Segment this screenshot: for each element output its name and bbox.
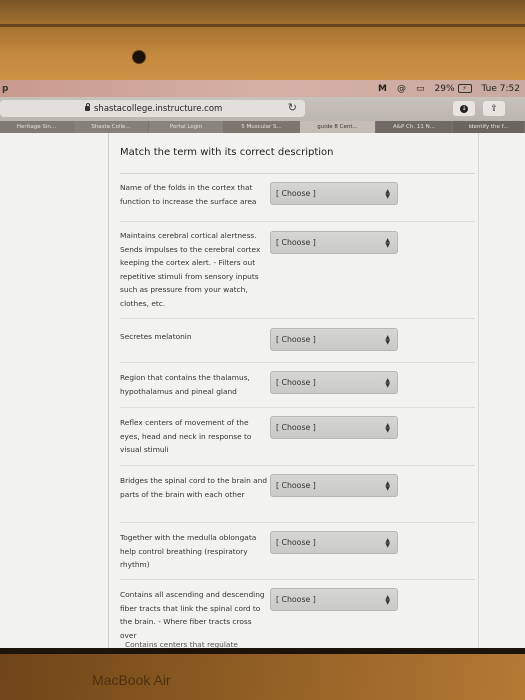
gmail-icon[interactable]: M — [378, 84, 387, 94]
answer-select[interactable]: [ Choose ] ▲ ▼ — [270, 531, 398, 554]
tab-shasta-college[interactable]: Shasta Colle... — [74, 121, 150, 133]
answer-select[interactable]: [ Choose ] ▲ ▼ — [270, 328, 398, 351]
select-value: [ Choose ] — [276, 378, 316, 387]
answer-select[interactable]: [ Choose ] ▲ ▼ — [270, 231, 398, 254]
answer-select[interactable]: [ Choose ] ▲ ▼ — [270, 588, 398, 611]
match-row: Contains all ascending and descending fi… — [120, 580, 475, 648]
select-value: [ Choose ] — [276, 538, 316, 547]
select-arrows-icon: ▲ ▼ — [385, 537, 390, 549]
bezel-rim — [0, 648, 525, 654]
term-text: Reflex centers of movement of the eyes, … — [120, 418, 252, 454]
right-border — [478, 133, 479, 648]
select-arrows-icon: ▲ ▼ — [385, 377, 390, 389]
term-text: Secretes melatonin — [120, 332, 192, 341]
select-value: [ Choose ] — [276, 595, 316, 604]
term-text: Name of the folds in the cortex that fun… — [120, 183, 257, 206]
answer-select[interactable]: [ Choose ] ▲ ▼ — [270, 416, 398, 439]
select-value: [ Choose ] — [276, 423, 316, 432]
match-row: Reflex centers of movement of the eyes, … — [120, 408, 475, 466]
address-bar[interactable]: shastacollege.instructure.com ↻ — [0, 100, 305, 117]
select-arrows-icon: ▲ ▼ — [385, 334, 390, 346]
share-icon: ⇪ — [490, 103, 498, 114]
select-arrows-icon: ▲ ▼ — [385, 237, 390, 249]
select-arrows-icon: ▲ ▼ — [385, 188, 390, 200]
browser-toolbar: shastacollege.instructure.com ↻ ↓ ⇪ — [0, 97, 525, 121]
battery-status[interactable]: 29% ⚡ — [435, 84, 472, 94]
term-text: Contains all ascending and descending fi… — [120, 590, 265, 640]
tab-portal-login[interactable]: Portal Login — [149, 121, 225, 133]
left-border — [108, 133, 109, 648]
bezel-edge — [0, 24, 525, 27]
address-text: shastacollege.instructure.com — [94, 103, 223, 114]
select-value: [ Choose ] — [276, 335, 316, 344]
term-text: Bridges the spinal cord to the brain and… — [120, 476, 268, 499]
select-value: [ Choose ] — [276, 189, 316, 198]
share-button[interactable]: ⇪ — [483, 101, 505, 116]
downloads-button[interactable]: ↓ — [453, 101, 475, 116]
download-icon: ↓ — [460, 104, 468, 113]
term-text: Together with the medulla oblongata help… — [120, 533, 257, 569]
answer-select[interactable]: [ Choose ] ▲ ▼ — [270, 182, 398, 205]
question-title: Match the term with its correct descript… — [120, 147, 475, 174]
lock-icon — [85, 103, 90, 111]
match-row: Maintains cerebral cortical alertness. S… — [120, 222, 475, 319]
answer-select[interactable]: [ Choose ] ▲ ▼ — [270, 371, 398, 394]
match-row: Secretes melatonin [ Choose ] ▲ ▼ — [120, 319, 475, 363]
tab-guide-8[interactable]: guide 8 Cent... — [300, 121, 376, 133]
tab-identify[interactable]: identify the f... — [452, 121, 525, 133]
quiz-page: Match the term with its correct descript… — [0, 133, 525, 648]
device-brand-label: MacBook Air — [92, 672, 171, 688]
reload-icon[interactable]: ↻ — [288, 101, 297, 114]
laptop-bezel-bottom: Contains centers that regulate MacBook A… — [0, 640, 525, 700]
match-row: Name of the folds in the cortex that fun… — [120, 174, 475, 222]
app-menu-fragment[interactable]: p — [0, 84, 14, 94]
laptop-bezel-top — [0, 0, 525, 80]
select-arrows-icon: ▲ ▼ — [385, 480, 390, 492]
battery-charging-icon: ⚡ — [457, 84, 472, 93]
term-text: Maintains cerebral cortical alertness. S… — [120, 231, 261, 308]
screen: p M @ ▭ 29% ⚡ Tue 7:52 shastacollege.ins… — [0, 80, 525, 648]
match-row: Bridges the spinal cord to the brain and… — [120, 466, 475, 523]
select-arrows-icon: ▲ ▼ — [385, 594, 390, 606]
airplay-icon[interactable]: ▭ — [416, 84, 425, 94]
battery-percent: 29% — [434, 83, 455, 94]
tab-heritage[interactable]: Heritage Sin... — [0, 121, 75, 133]
select-arrows-icon: ▲ ▼ — [385, 422, 390, 434]
clock[interactable]: Tue 7:52 — [482, 84, 520, 94]
tab-ap-ch11[interactable]: A&P Ch. 11 N... — [375, 121, 453, 133]
menu-bar: p M @ ▭ 29% ⚡ Tue 7:52 — [0, 80, 525, 97]
match-row: Region that contains the thalamus, hypot… — [120, 363, 475, 408]
answer-select[interactable]: [ Choose ] ▲ ▼ — [270, 474, 398, 497]
swirl-app-icon[interactable]: @ — [397, 84, 406, 94]
select-value: [ Choose ] — [276, 481, 316, 490]
tab-muscular[interactable]: 5 Muscular S... — [224, 121, 300, 133]
tab-bar: Heritage Sin... Shasta Colle... Portal L… — [0, 121, 525, 133]
select-value: [ Choose ] — [276, 238, 316, 247]
match-row: Together with the medulla oblongata help… — [120, 523, 475, 580]
question-content: Match the term with its correct descript… — [120, 133, 475, 648]
camera-icon — [133, 51, 145, 63]
term-text: Region that contains the thalamus, hypot… — [120, 373, 250, 396]
